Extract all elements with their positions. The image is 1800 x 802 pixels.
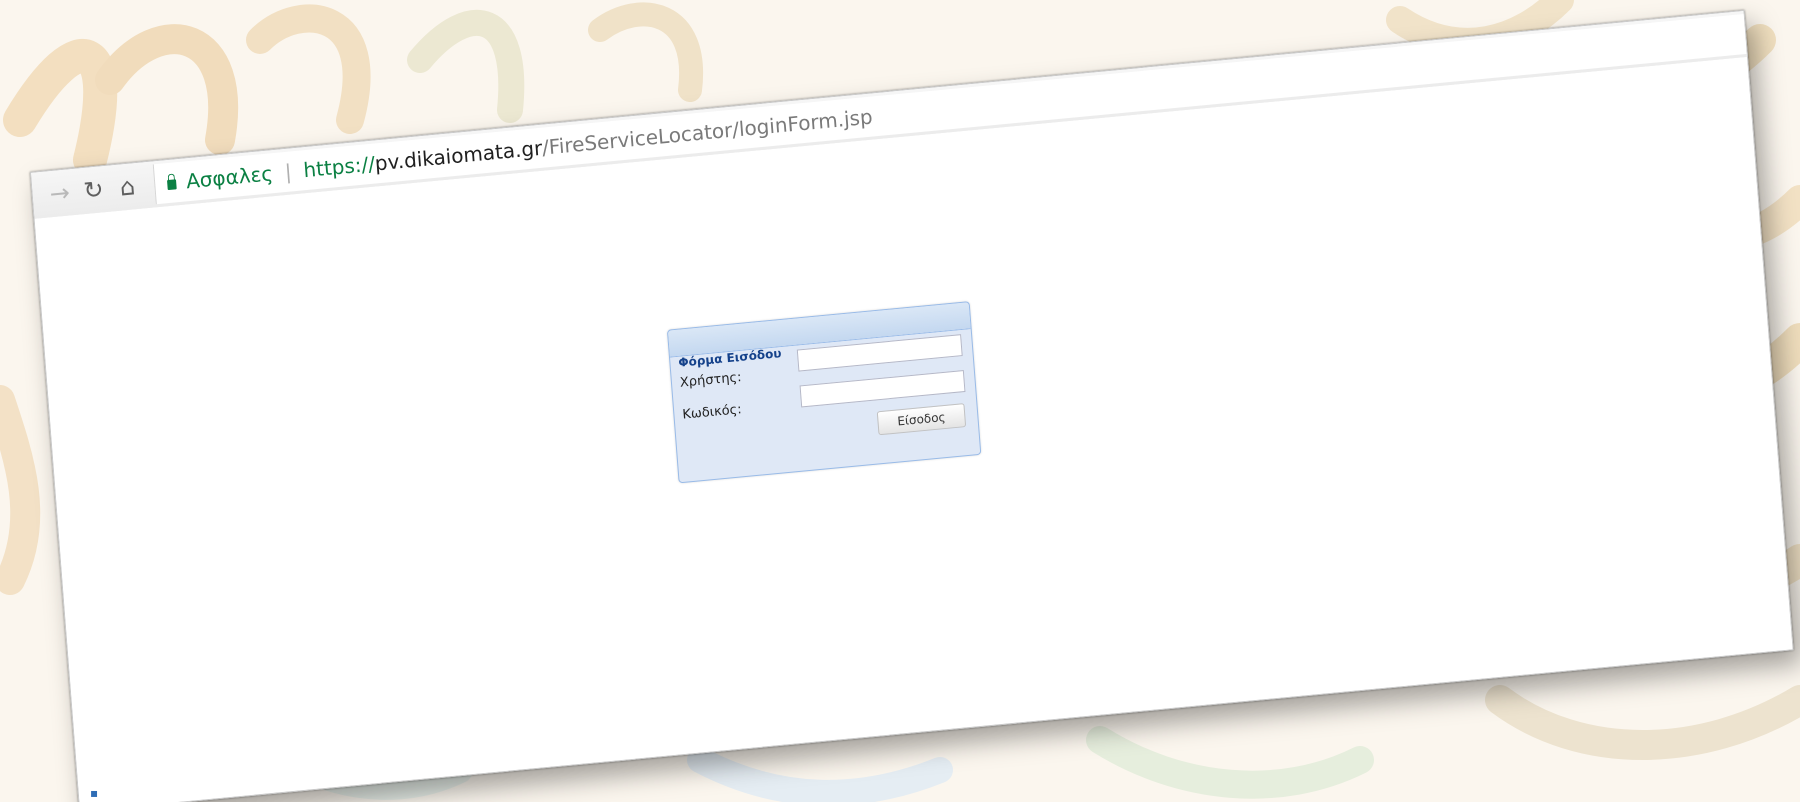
url-scheme: https:// — [302, 151, 376, 183]
password-label: Κωδικός: — [681, 401, 743, 423]
username-label: Χρήστης: — [679, 369, 743, 391]
login-panel: Φόρμα Εισόδου Χρήστης: Κωδικός: Είσοδος — [666, 301, 982, 484]
arrow-right-icon[interactable]: → — [41, 175, 77, 212]
url-separator: | — [283, 159, 293, 184]
screenshot-frame: → ↻ ⌂ Ασφαλες | https://pv.dikaiomata.gr… — [0, 0, 1800, 802]
lock-icon — [167, 179, 177, 191]
corner-icon: ▪ — [90, 786, 99, 800]
reload-icon[interactable]: ↻ — [75, 172, 111, 209]
url-host: pv.dikaiomata.gr — [373, 135, 544, 176]
home-icon[interactable]: ⌂ — [109, 168, 145, 205]
browser-window: → ↻ ⌂ Ασφαλες | https://pv.dikaiomata.gr… — [30, 9, 1794, 802]
secure-label: Ασφαλες — [185, 161, 274, 194]
